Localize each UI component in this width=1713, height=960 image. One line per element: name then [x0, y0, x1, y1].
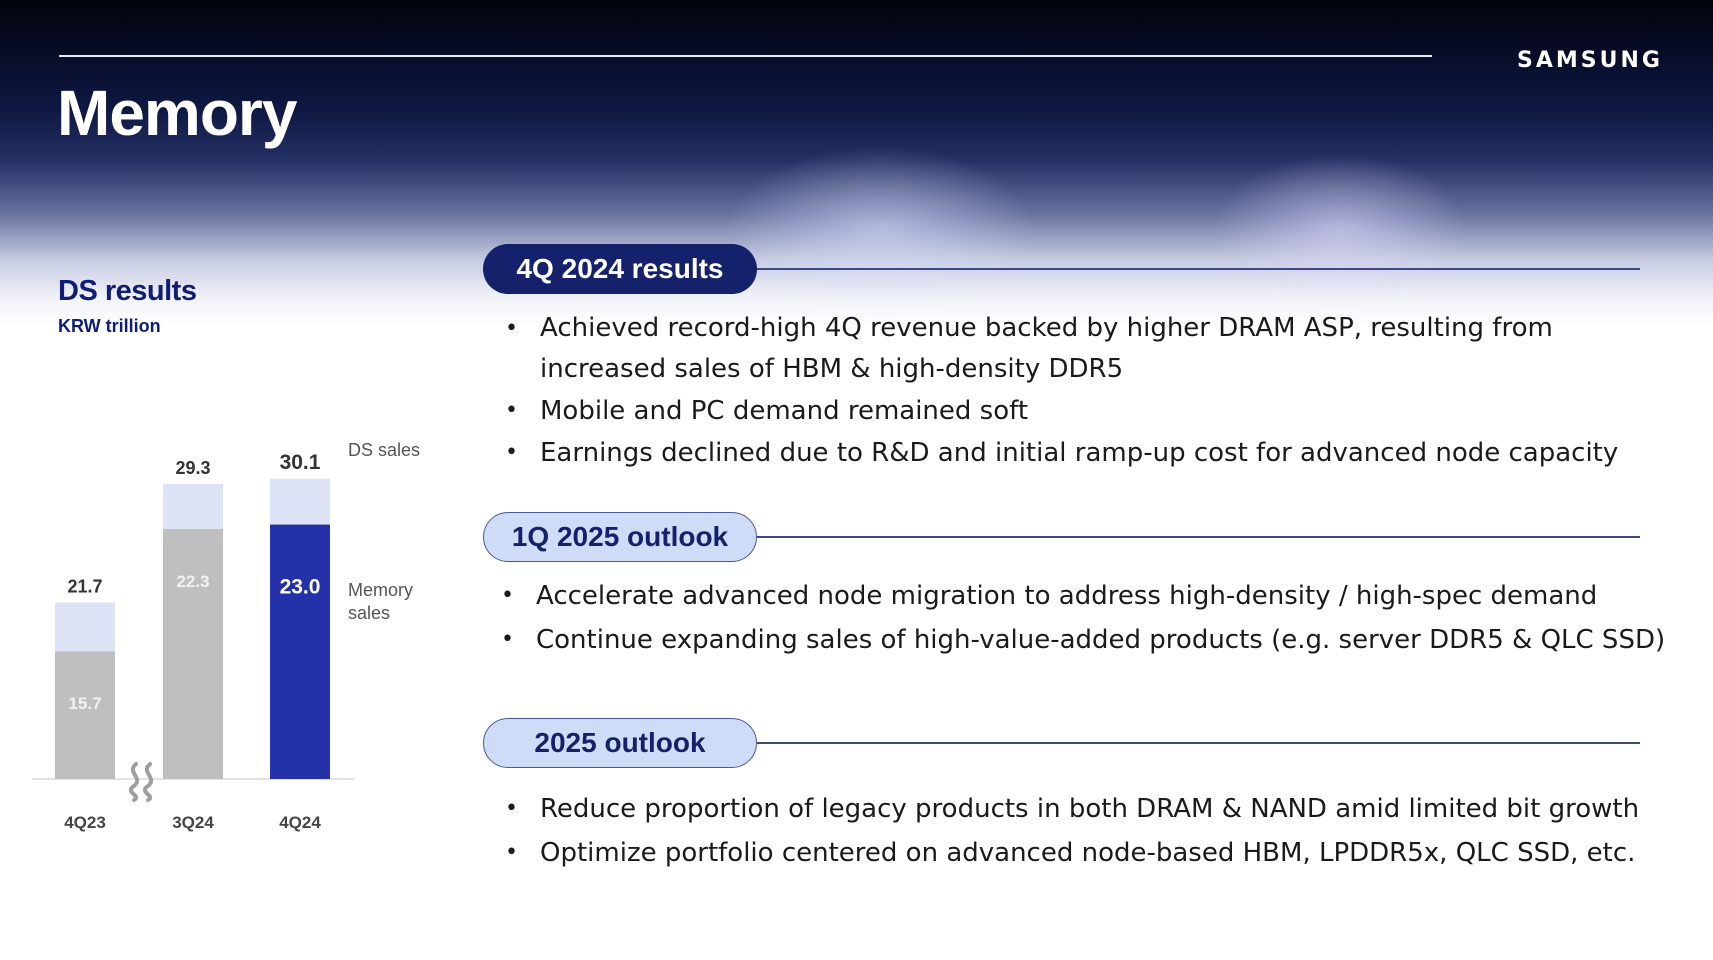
bullet-item: Accelerate advanced node migration to ad…	[501, 574, 1691, 618]
samsung-logo: SAMSUNG	[1517, 48, 1663, 73]
data-label-ds-sales: 21.7	[67, 576, 102, 596]
bullet-item: Continue expanding sales of high-value-a…	[501, 618, 1691, 662]
bar-memory-sales-4Q23	[55, 651, 115, 779]
section-divider	[757, 536, 1640, 538]
bullet-item: Mobile and PC demand remained soft	[505, 390, 1635, 432]
bullet-list-1q-2025: Accelerate advanced node migration to ad…	[501, 574, 1691, 662]
bar-memory-sales-4Q24	[270, 524, 330, 779]
bar-ds-sales-3Q24	[163, 483, 223, 530]
bullet-list-4q-2024: Achieved record-high 4Q revenue backed b…	[505, 308, 1635, 474]
bullet-item: Reduce proportion of legacy products in …	[505, 787, 1695, 831]
series-label-ds-sales: DS sales	[348, 440, 420, 460]
data-label-memory-sales: 15.7	[68, 694, 101, 713]
section-heading-2025: 2025 outlook	[483, 718, 757, 768]
data-label-memory-sales: 22.3	[176, 572, 209, 591]
section-heading-4q-2024: 4Q 2024 results	[483, 244, 757, 294]
bar-ds-sales-4Q24	[270, 478, 330, 525]
section-heading-1q-2025: 1Q 2025 outlook	[483, 512, 757, 562]
section-divider	[757, 742, 1640, 744]
data-label-memory-sales: 23.0	[280, 576, 321, 599]
series-label-memory-sales: Memory	[348, 580, 413, 600]
data-label-ds-sales: 30.1	[280, 451, 321, 474]
axis-break-mark	[142, 762, 154, 802]
bullet-item: Achieved record-high 4Q revenue backed b…	[505, 308, 1635, 390]
bar-memory-sales-3Q24	[163, 529, 223, 779]
section-divider	[757, 268, 1640, 270]
ds-results-chart: 21.7 15.7 4Q23 29.3 22.3 3Q24 30.1 23.0 4Q24 DS s…	[32, 440, 420, 832]
bullet-item: Earnings declined due to R&D and initial…	[505, 432, 1635, 474]
x-tick-label: 3Q24	[172, 813, 214, 832]
bullet-item: Optimize portfolio centered on advanced …	[505, 831, 1695, 875]
x-tick-label: 4Q24	[279, 813, 321, 832]
series-label-memory-sales: sales	[348, 603, 390, 623]
x-tick-label: 4Q23	[64, 813, 106, 832]
axis-break-mark	[128, 762, 140, 802]
bar-ds-sales-4Q23	[55, 602, 115, 652]
bullet-list-2025: Reduce proportion of legacy products in …	[505, 787, 1695, 875]
data-label-ds-sales: 29.3	[175, 458, 210, 478]
